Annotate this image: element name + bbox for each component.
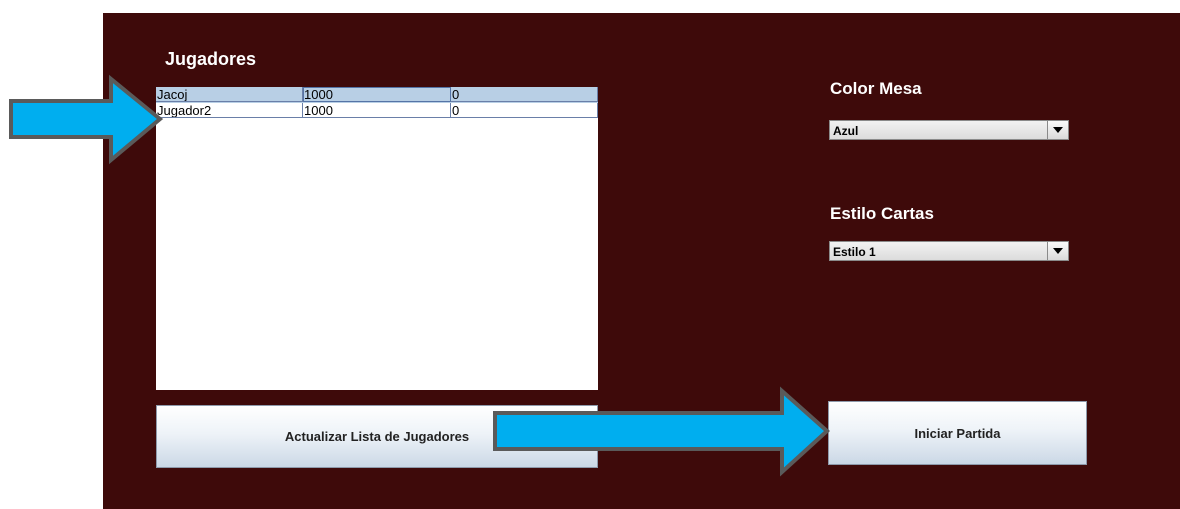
arrow-right-icon [9,74,164,165]
player-score-cell[interactable]: 0 [451,87,598,102]
dropdown-arrow-icon[interactable] [1047,121,1068,139]
table-color-value: Azul [833,124,859,138]
table-row[interactable]: Jugador2 1000 0 [156,103,598,119]
table-color-select[interactable]: Azul [829,120,1069,140]
players-title: Jugadores [165,49,257,69]
player-chips-cell[interactable]: 1000 [303,103,451,118]
table-row[interactable]: Jacoj 1000 0 [156,87,598,103]
player-name-cell[interactable]: Jacoj [156,87,303,102]
table-color-title: Color Mesa [830,79,922,98]
card-style-title: Estilo Cartas [830,204,934,223]
arrow-right-icon [493,386,830,477]
card-style-select[interactable]: Estilo 1 [829,241,1069,261]
player-score-cell[interactable]: 0 [451,103,598,118]
player-chips-cell[interactable]: 1000 [303,87,451,102]
start-game-button[interactable]: Iniciar Partida [828,401,1087,465]
card-style-value: Estilo 1 [833,245,876,259]
dropdown-arrow-icon[interactable] [1047,242,1068,260]
players-table[interactable]: Jacoj 1000 0 Jugador2 1000 0 [156,87,598,390]
player-name-cell[interactable]: Jugador2 [156,103,303,118]
